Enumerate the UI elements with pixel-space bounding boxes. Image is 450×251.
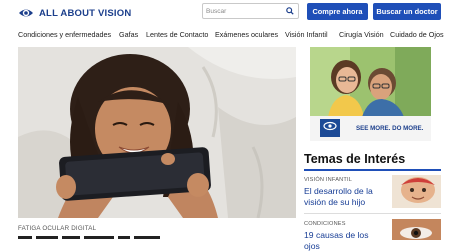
ad-banner-strip: SEE MORE. DO MORE. (310, 116, 431, 141)
search-input[interactable] (206, 5, 282, 17)
girl-with-phone-illustration (18, 47, 296, 218)
nav-item-child-vision[interactable]: Visión Infantil (285, 30, 328, 39)
nav-item-contacts[interactable]: Lentes de Contacto (146, 30, 208, 39)
topics-heading: Temas de Interés (304, 152, 406, 166)
article-category: FATIGA OCULAR DIGITAL (18, 225, 97, 232)
nav-item-conditions[interactable]: Condiciones y enfermedades (18, 30, 111, 39)
search-box[interactable] (202, 3, 299, 19)
topic-tag[interactable]: CONDICIONES (304, 221, 346, 227)
site-header: ALL ABOUT VISION Compre ahora Buscar un … (0, 0, 450, 26)
nav-item-vision-surgery[interactable]: Cirugía Visión (339, 30, 384, 39)
topic-thumbnail[interactable] (392, 219, 441, 240)
topic-divider (304, 213, 441, 214)
topics-underline (304, 169, 441, 171)
brand-eye-icon (323, 121, 337, 131)
topic-tag[interactable]: VISIÓN INFANTIL (304, 177, 352, 183)
child-photo (392, 175, 441, 208)
find-doctor-button[interactable]: Buscar un doctor (373, 3, 441, 20)
brand-logo (320, 119, 340, 137)
logo-text: ALL ABOUT VISION (39, 7, 132, 19)
eye-closeup-photo (392, 219, 441, 240)
advertisement[interactable]: SEE MORE. DO MORE. (310, 47, 431, 141)
buy-now-button[interactable]: Compre ahora (307, 3, 368, 20)
eye-logo-icon (19, 9, 33, 17)
article-headline-cut[interactable] (18, 236, 218, 240)
topic-thumbnail[interactable] (392, 175, 441, 208)
nav-item-eye-care[interactable]: Cuidado de Ojos (390, 30, 444, 39)
main-nav: Condiciones y enfermedades Gafas Lentes … (0, 26, 450, 44)
nav-item-glasses[interactable]: Gafas (119, 30, 138, 39)
ad-slogan: SEE MORE. DO MORE. (356, 125, 424, 132)
hero-image[interactable] (18, 47, 296, 218)
topic-link[interactable]: El desarrollo de la visión de su hijo (304, 186, 386, 207)
site-logo[interactable]: ALL ABOUT VISION (18, 6, 131, 20)
topic-link[interactable]: 19 causas de los ojos (304, 230, 386, 251)
nav-item-eye-exams[interactable]: Exámenes oculares (215, 30, 278, 39)
search-icon[interactable] (286, 7, 294, 15)
